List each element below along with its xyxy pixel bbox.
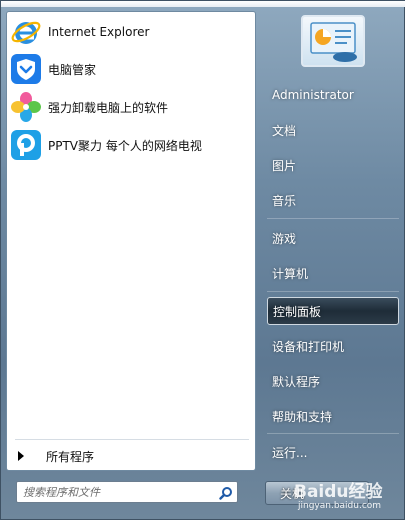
start-menu: Internet Explorer 电脑管家 强力卸载电脑上的软件 PPTV聚力… [0, 0, 405, 520]
program-pc-manager[interactable]: 电脑管家 [10, 52, 254, 86]
programs-pane: Internet Explorer 电脑管家 强力卸载电脑上的软件 PPTV聚力… [6, 11, 256, 471]
right-item-documents[interactable]: 文档 [267, 116, 399, 144]
right-item-pictures[interactable]: 图片 [267, 151, 399, 179]
uninstall-pinwheel-icon [10, 91, 42, 123]
user-picture[interactable] [301, 15, 365, 67]
right-item-help-support[interactable]: 帮助和支持 [267, 402, 399, 430]
search-box [16, 481, 238, 503]
program-pptv[interactable]: PPTV聚力 每个人的网络电视 [10, 128, 254, 162]
search-input[interactable] [23, 485, 213, 499]
program-internet-explorer[interactable]: Internet Explorer [10, 15, 254, 49]
right-item-music[interactable]: 音乐 [267, 186, 399, 214]
right-item-label: 运行... [272, 445, 308, 460]
right-item-devices-printers[interactable]: 设备和打印机 [267, 332, 399, 360]
separator [267, 218, 399, 219]
arrow-right-icon [18, 451, 24, 461]
separator [267, 291, 399, 292]
program-label: PPTV聚力 每个人的网络电视 [48, 138, 202, 153]
separator [15, 439, 249, 440]
program-label: Internet Explorer [48, 25, 150, 39]
right-item-games[interactable]: 游戏 [267, 224, 399, 252]
watermark: Baidu经验 jingyan.baidu.com [286, 469, 404, 519]
right-item-label: 帮助和支持 [272, 409, 333, 424]
right-item-label: 设备和打印机 [272, 339, 345, 354]
right-item-label: Administrator [272, 88, 354, 102]
all-programs-label: 所有程序 [46, 449, 95, 464]
watermark-text: Baidu经验 [294, 482, 383, 502]
right-item-label: 控制面板 [273, 304, 322, 319]
right-item-label: 文档 [272, 123, 297, 138]
right-item-run[interactable]: 运行... [267, 438, 399, 466]
all-programs-button[interactable]: 所有程序 [12, 444, 252, 468]
pc-manager-shield-icon [10, 53, 42, 85]
right-item-label: 默认程序 [272, 374, 321, 389]
program-label: 强力卸载电脑上的软件 [48, 100, 169, 115]
program-uninstaller[interactable]: 强力卸载电脑上的软件 [10, 90, 254, 124]
watermark-subtext: jingyan.baidu.com [298, 501, 382, 511]
separator [267, 433, 399, 434]
right-item-default-programs[interactable]: 默认程序 [267, 367, 399, 395]
pptv-icon [10, 129, 42, 161]
right-item-label: 图片 [272, 158, 297, 173]
top-strip [1, 1, 405, 7]
right-item-administrator[interactable]: Administrator [267, 81, 399, 109]
right-item-computer[interactable]: 计算机 [267, 259, 399, 287]
right-item-label: 游戏 [272, 231, 297, 246]
right-item-label: 音乐 [272, 193, 297, 208]
internet-explorer-icon [10, 16, 42, 48]
right-item-control-panel[interactable]: 控制面板 [267, 297, 399, 325]
search-icon[interactable] [219, 485, 233, 500]
user-avatar-icon [310, 22, 357, 62]
right-item-label: 计算机 [272, 266, 309, 281]
program-label: 电脑管家 [48, 62, 97, 77]
